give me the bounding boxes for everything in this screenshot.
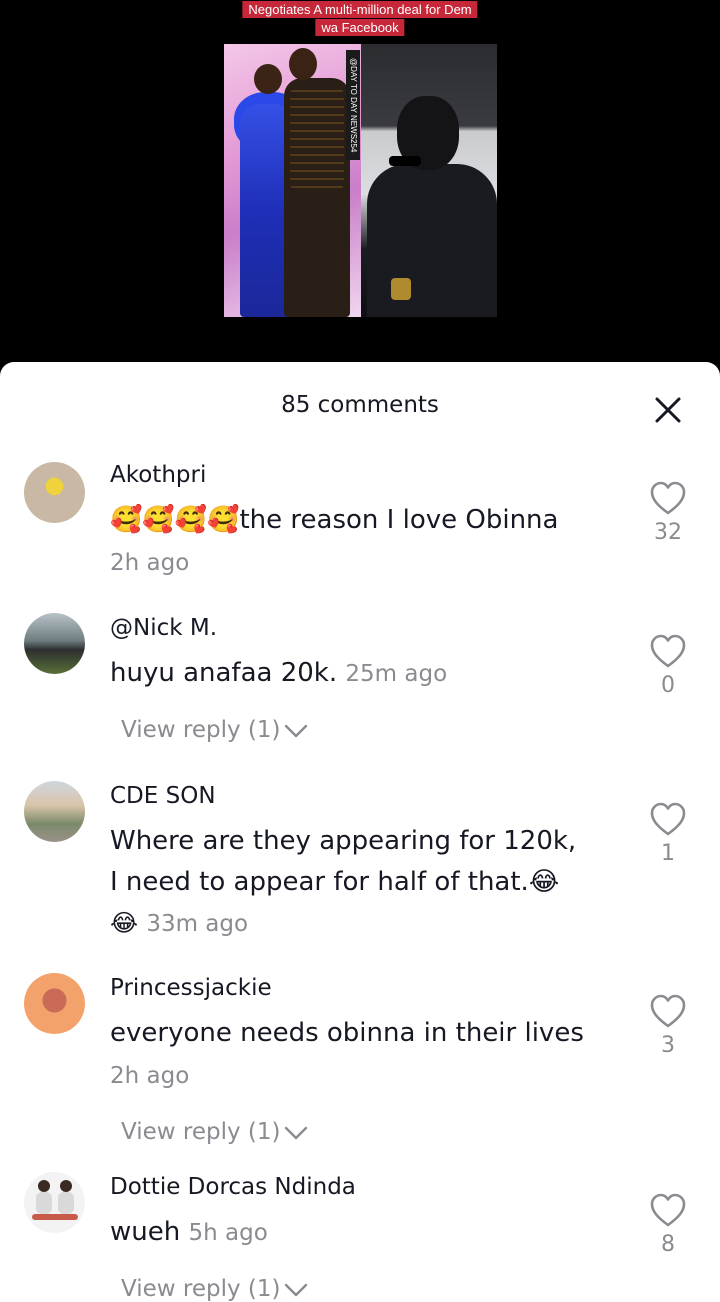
avatar[interactable] bbox=[24, 1172, 85, 1233]
comment-username[interactable]: Dottie Dorcas Ndinda bbox=[110, 1174, 356, 1200]
view-reply-button[interactable]: View reply (1) bbox=[121, 1276, 308, 1302]
like-button[interactable]: 3 bbox=[648, 993, 688, 1058]
like-button[interactable]: 8 bbox=[648, 1192, 688, 1257]
avatar[interactable] bbox=[24, 462, 85, 523]
view-reply-label: View reply (1) bbox=[121, 1119, 281, 1145]
comment-text-row: huyu anafaa 20k. 25m ago bbox=[110, 653, 630, 695]
comment-text-row: wueh 5h ago bbox=[110, 1212, 630, 1254]
comment-time: 33m ago bbox=[146, 911, 249, 937]
comment-username[interactable]: Akothpri bbox=[110, 462, 206, 488]
comment-time: 5h ago bbox=[188, 1220, 268, 1246]
chevron-down-icon bbox=[285, 724, 308, 737]
view-reply-button[interactable]: View reply (1) bbox=[121, 1119, 308, 1145]
comment-emoji: 😂 bbox=[110, 909, 139, 937]
view-reply-label: View reply (1) bbox=[121, 717, 281, 743]
heart-icon bbox=[650, 802, 686, 836]
comment-text-line: Where are they appearing for 120k, bbox=[110, 826, 577, 856]
like-count: 0 bbox=[661, 673, 675, 698]
like-count: 1 bbox=[661, 841, 675, 866]
close-icon bbox=[655, 397, 681, 423]
heart-icon bbox=[650, 1193, 686, 1227]
avatar[interactable] bbox=[24, 973, 85, 1034]
video-watermark: @DAY TO DAY NEWS254 bbox=[346, 50, 360, 160]
video-photo-couple: @DAY TO DAY NEWS254 bbox=[224, 44, 361, 317]
view-reply-label: View reply (1) bbox=[121, 1276, 281, 1302]
comment-time: 25m ago bbox=[345, 661, 448, 687]
like-button[interactable]: 0 bbox=[648, 633, 688, 698]
comments-count-title: 85 comments bbox=[281, 392, 439, 418]
comment-text: wueh bbox=[110, 1217, 181, 1247]
comment-text: 🥰🥰🥰🥰the reason I love Obinna bbox=[110, 505, 559, 535]
like-count: 32 bbox=[654, 520, 682, 545]
figure-glasses bbox=[389, 156, 421, 166]
close-button[interactable] bbox=[652, 394, 684, 426]
view-reply-button[interactable]: View reply (1) bbox=[121, 717, 308, 743]
comment-text-line: I need to appear for half of that.😂 bbox=[110, 867, 560, 897]
heart-icon bbox=[650, 481, 686, 515]
like-button[interactable]: 32 bbox=[648, 480, 688, 545]
avatar[interactable] bbox=[24, 781, 85, 842]
chevron-down-icon bbox=[285, 1283, 308, 1296]
figure-man-head bbox=[289, 48, 317, 80]
comment-username[interactable]: @Nick M. bbox=[110, 615, 217, 641]
comment-username[interactable]: Princessjackie bbox=[110, 975, 272, 1001]
heart-icon bbox=[650, 634, 686, 668]
comment-username[interactable]: CDE SON bbox=[110, 783, 216, 809]
figure-driver-body bbox=[367, 164, 497, 317]
video-caption-line: Negotiates A multi-million deal for Dem bbox=[242, 1, 478, 18]
video-photo-driver bbox=[361, 44, 497, 317]
like-count: 8 bbox=[661, 1232, 675, 1257]
comments-header: 85 comments bbox=[0, 362, 720, 454]
comment-text-row: 😂 33m ago bbox=[110, 903, 630, 945]
video-player[interactable]: Negotiates A multi-million deal for Dem … bbox=[0, 0, 720, 375]
comment-time: 2h ago bbox=[110, 1063, 190, 1089]
comment-time: 2h ago bbox=[110, 550, 190, 576]
figure-man-body bbox=[284, 78, 350, 317]
comment-text: everyone needs obinna in their lives bbox=[110, 1018, 584, 1048]
comment-text: huyu anafaa 20k. bbox=[110, 658, 338, 688]
avatar[interactable] bbox=[24, 613, 85, 674]
avatar-image bbox=[32, 1180, 78, 1220]
like-button[interactable]: 1 bbox=[648, 801, 688, 866]
video-caption-line: wa Facebook bbox=[315, 19, 405, 36]
chevron-down-icon bbox=[285, 1126, 308, 1139]
like-count: 3 bbox=[661, 1033, 675, 1058]
figure-woman-head bbox=[254, 64, 282, 94]
figure-watch bbox=[391, 278, 411, 300]
heart-icon bbox=[650, 994, 686, 1028]
comments-sheet: 85 comments Akothpri 🥰🥰🥰🥰the reason I lo… bbox=[0, 362, 720, 1302]
